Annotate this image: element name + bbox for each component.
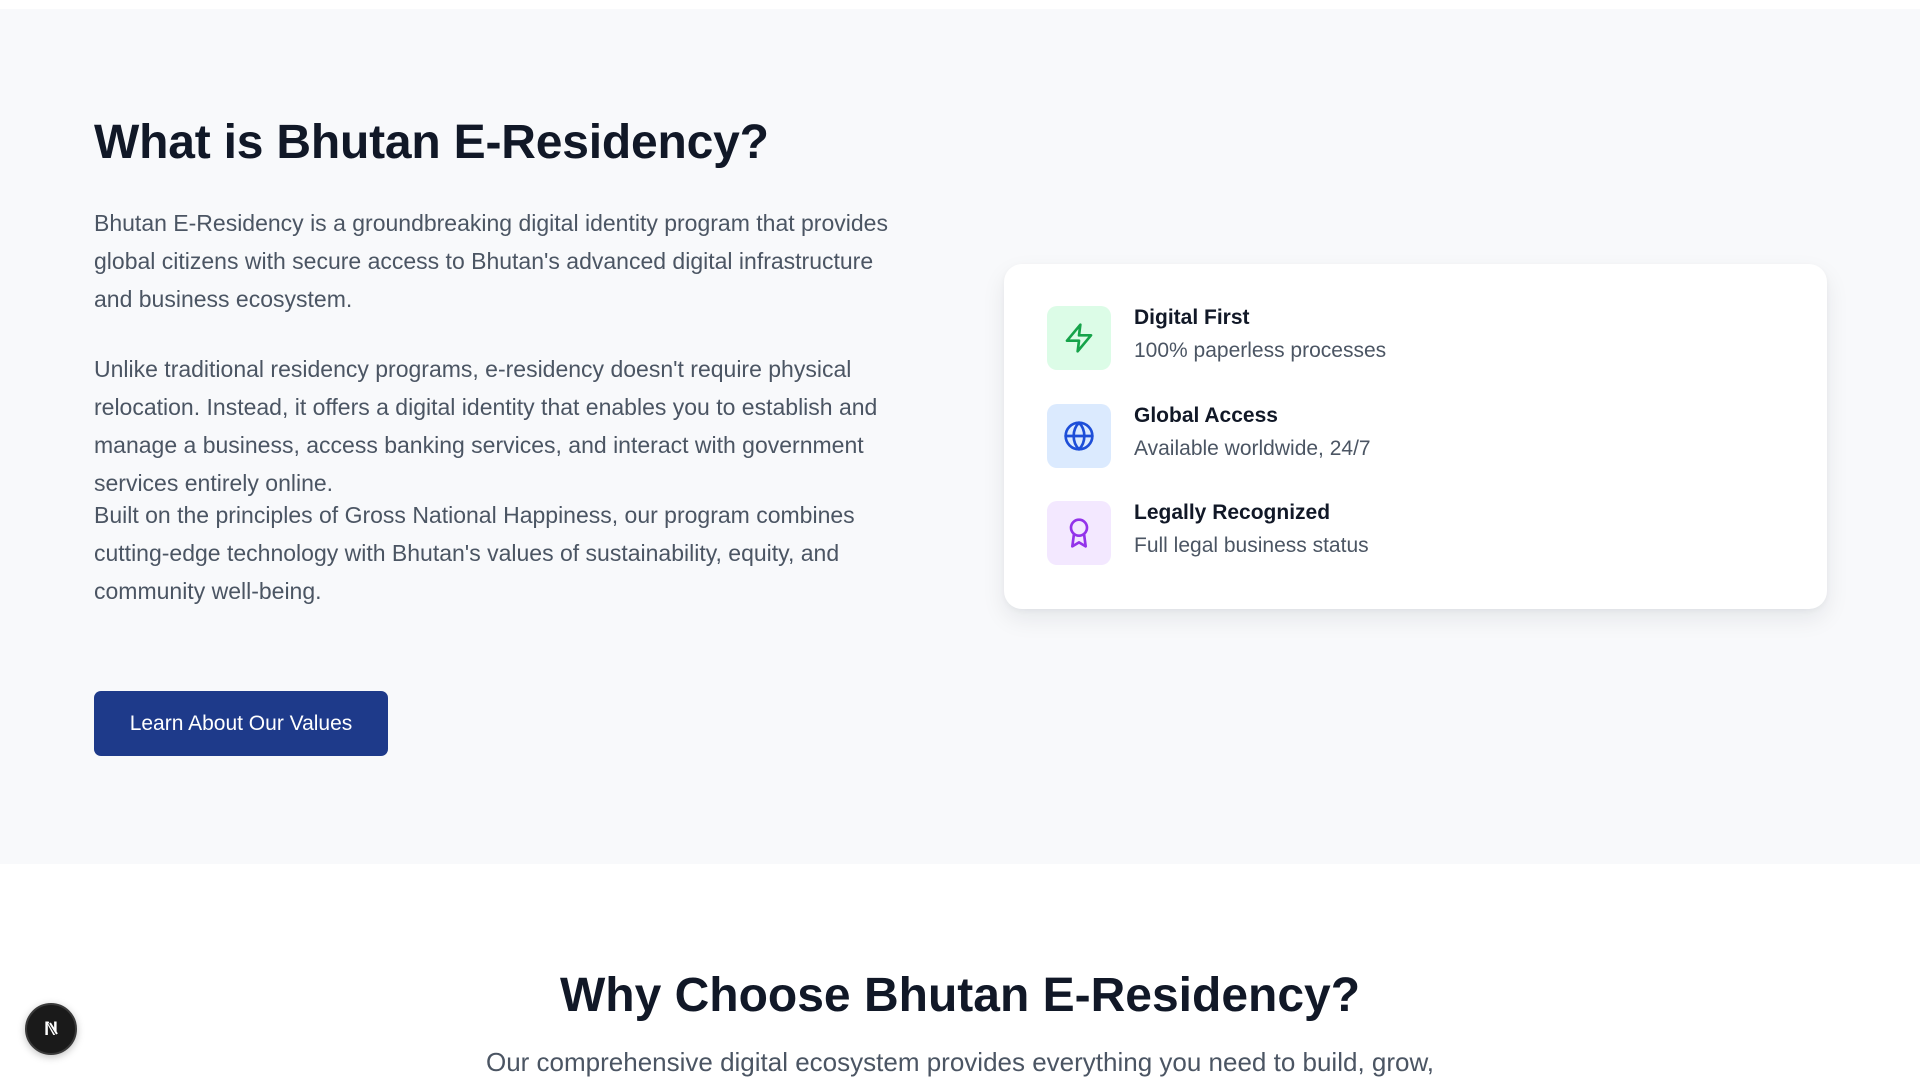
about-paragraph-3: Built on the principles of Gross Nationa… [94, 502, 855, 604]
learn-about-values-button[interactable]: Learn About Our Values [94, 691, 388, 756]
feature-title: Global Access [1134, 404, 1278, 427]
award-icon [1047, 501, 1111, 565]
feature-description: 100% paperless processes [1134, 339, 1387, 362]
about-section: What is Bhutan E-Residency? Bhutan E-Res… [0, 9, 1920, 864]
feature-title: Digital First [1134, 306, 1250, 329]
nextjs-logo-icon[interactable]: N [25, 1003, 77, 1055]
top-strip [0, 0, 1920, 9]
feature-digital-first: Digital First 100% paperless processes [1047, 306, 1747, 370]
lightning-icon [1047, 306, 1111, 370]
globe-icon [1047, 404, 1111, 468]
about-paragraph-2: Unlike traditional residency programs, e… [94, 356, 878, 496]
nextjs-glyph-icon: N [44, 1019, 58, 1040]
why-choose-subtitle: Our comprehensive digital ecosystem prov… [485, 1047, 1435, 1077]
about-paragraph-1: Bhutan E-Residency is a groundbreaking d… [94, 210, 888, 312]
feature-legally-recognized: Legally Recognized Full legal business s… [1047, 501, 1747, 565]
svg-text:N: N [44, 1019, 58, 1040]
feature-description: Available worldwide, 24/7 [1134, 437, 1371, 460]
feature-global-access: Global Access Available worldwide, 24/7 [1047, 404, 1747, 468]
features-card: Digital First 100% paperless processes G… [1004, 264, 1827, 609]
why-choose-title: Why Choose Bhutan E-Residency? [559, 969, 1361, 1022]
about-title: What is Bhutan E-Residency? [94, 116, 769, 169]
feature-description: Full legal business status [1134, 534, 1369, 557]
feature-title: Legally Recognized [1134, 501, 1331, 524]
